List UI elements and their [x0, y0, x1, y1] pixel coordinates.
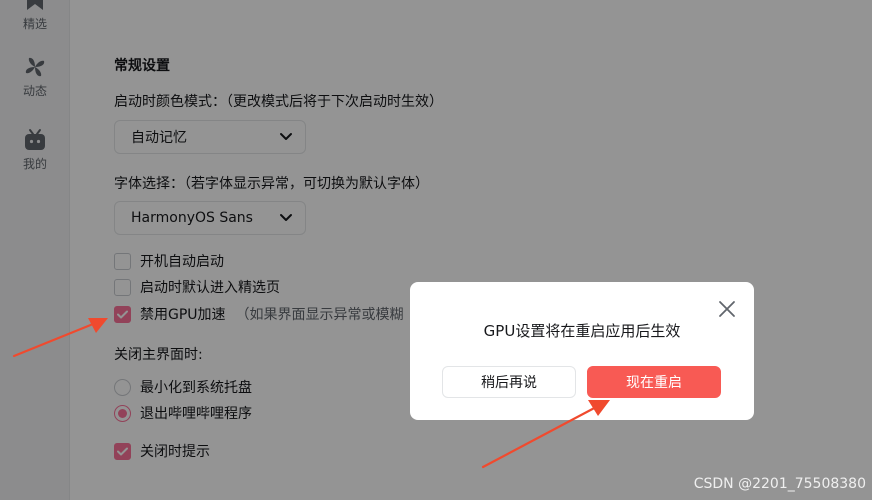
watermark: CSDN @2201_75508380 [693, 476, 866, 492]
dialog-message: GPU设置将在重启应用后生效 [483, 322, 681, 340]
later-button[interactable]: 稍后再说 [442, 366, 576, 398]
close-icon[interactable] [718, 300, 736, 318]
restart-dialog: GPU设置将在重启应用后生效 稍后再说 现在重启 [410, 282, 754, 420]
modal-overlay[interactable] [0, 0, 872, 500]
restart-now-button[interactable]: 现在重启 [587, 366, 721, 398]
